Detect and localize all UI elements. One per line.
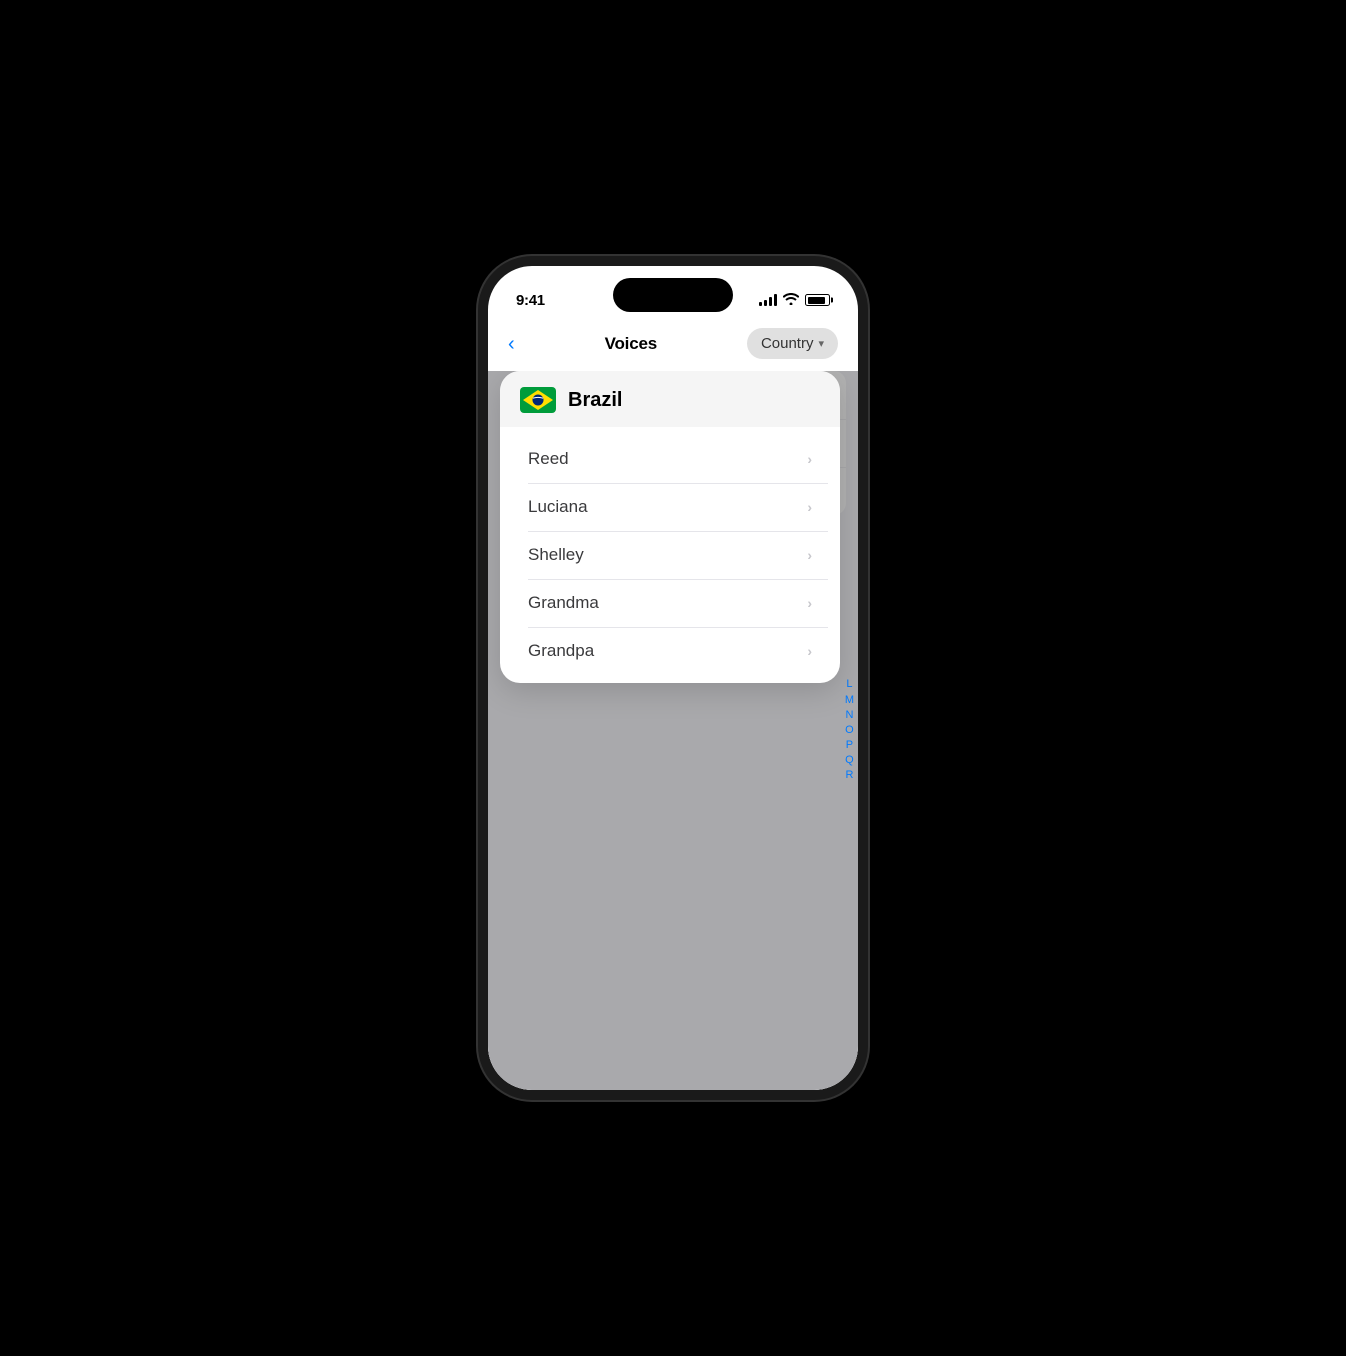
voice-chevron-luciana: › bbox=[807, 499, 812, 515]
battery-icon bbox=[805, 294, 830, 306]
signal-icon bbox=[759, 294, 777, 306]
brazil-voices-list: Reed › Luciana › Shelley › Grandma › bbox=[512, 435, 828, 675]
alpha-r[interactable]: R bbox=[845, 769, 854, 782]
page-title: Voices bbox=[605, 334, 657, 354]
alpha-q[interactable]: Q bbox=[845, 754, 854, 767]
country-filter-button[interactable]: Country ▾ bbox=[747, 328, 838, 359]
voice-name-luciana: Luciana bbox=[528, 497, 588, 517]
voice-chevron-shelley: › bbox=[807, 547, 812, 563]
voice-name-grandpa: Grandpa bbox=[528, 641, 594, 661]
voice-chevron-grandma: › bbox=[807, 595, 812, 611]
voice-name-reed: Reed bbox=[528, 449, 569, 469]
country-chevron-icon: ▾ bbox=[818, 337, 824, 350]
voice-item-reed[interactable]: Reed › bbox=[512, 435, 828, 483]
back-chevron-icon: ‹ bbox=[508, 334, 515, 354]
content-area: Rocko › Flo › Sandy › bbox=[488, 371, 858, 1090]
voice-item-grandma[interactable]: Grandma › bbox=[512, 579, 828, 627]
country-button-label: Country bbox=[761, 335, 814, 352]
brazil-flag-icon bbox=[520, 387, 556, 413]
status-time: 9:41 bbox=[516, 292, 545, 309]
nav-bar: ‹ Voices Country ▾ bbox=[488, 320, 858, 371]
voice-item-grandpa[interactable]: Grandpa › bbox=[512, 627, 828, 675]
alpha-p[interactable]: P bbox=[845, 739, 854, 752]
voice-chevron-grandpa: › bbox=[807, 643, 812, 659]
alpha-o[interactable]: O bbox=[845, 724, 854, 737]
alpha-n[interactable]: N bbox=[845, 709, 854, 722]
voice-item-shelley[interactable]: Shelley › bbox=[512, 531, 828, 579]
phone-frame: 9:41 ‹ bbox=[478, 256, 868, 1100]
dynamic-island bbox=[613, 278, 733, 312]
alpha-l[interactable]: L bbox=[845, 678, 854, 691]
wifi-icon bbox=[783, 293, 799, 308]
brazil-header: Brazil bbox=[500, 371, 840, 427]
brazil-country-name: Brazil bbox=[568, 389, 622, 412]
voice-chevron-reed: › bbox=[807, 451, 812, 467]
voice-name-shelley: Shelley bbox=[528, 545, 584, 565]
alpha-m[interactable]: M bbox=[845, 694, 854, 707]
voice-item-luciana[interactable]: Luciana › bbox=[512, 483, 828, 531]
back-button[interactable]: ‹ bbox=[508, 330, 515, 358]
voice-name-grandma: Grandma bbox=[528, 593, 599, 613]
alphabet-index: L M N O P Q R bbox=[845, 391, 854, 1070]
brazil-card: Brazil Reed › Luciana › Shelley › bbox=[500, 371, 840, 683]
status-icons bbox=[759, 293, 830, 308]
